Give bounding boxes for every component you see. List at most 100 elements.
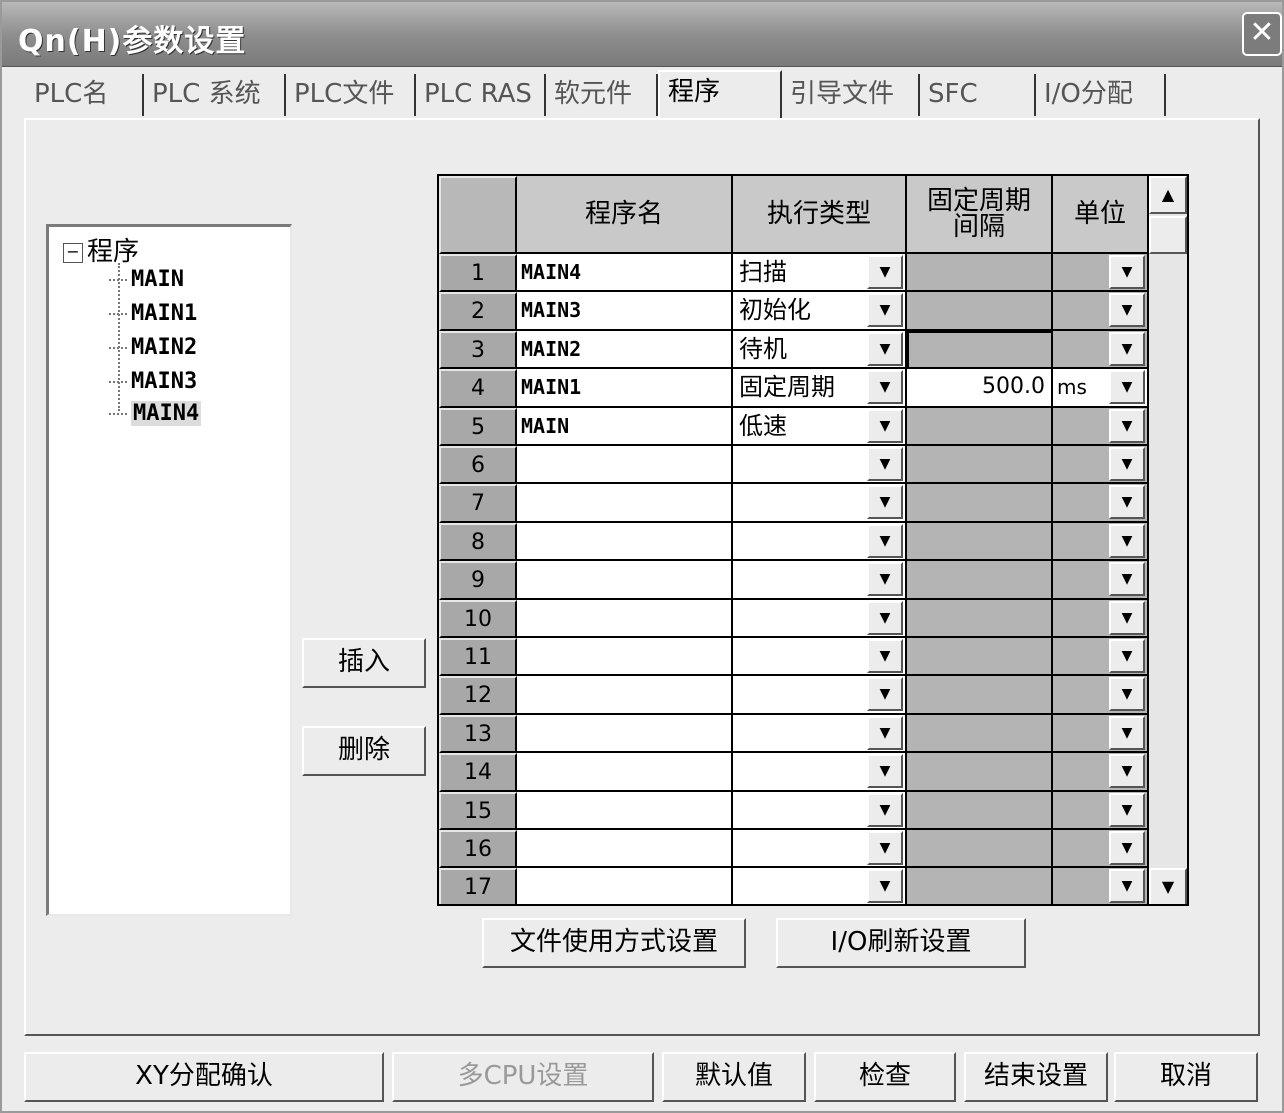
chevron-down-icon[interactable]: ▼ (1109, 293, 1145, 327)
interval-cell[interactable] (907, 331, 1053, 369)
chevron-down-icon[interactable]: ▼ (867, 716, 903, 750)
program-tree[interactable]: − 程序 MAIN MAIN1 MAIN2 MAIN3 MAIN4 (46, 224, 292, 916)
tree-root[interactable]: − 程序 (63, 231, 139, 268)
chevron-down-icon[interactable]: ▼ (867, 831, 903, 865)
program-name-cell[interactable] (517, 638, 733, 676)
close-icon[interactable]: ✕ (1242, 12, 1282, 56)
title-bar[interactable]: Qn(H)参数设置 ✕ (2, 2, 1282, 67)
row-number[interactable]: 12 (439, 676, 517, 715)
vertical-scrollbar[interactable]: ▲ ▼ (1149, 176, 1187, 904)
chevron-down-icon[interactable]: ▼ (1109, 754, 1145, 788)
interval-cell[interactable] (907, 254, 1053, 292)
chevron-down-icon[interactable]: ▼ (1109, 716, 1145, 750)
exec-type-cell[interactable]: ▼ (733, 446, 907, 484)
chevron-down-icon[interactable]: ▼ (1109, 639, 1145, 673)
program-name-cell[interactable] (517, 561, 733, 600)
exec-type-cell[interactable]: ▼ (733, 715, 907, 753)
default-button[interactable]: 默认值 (662, 1052, 806, 1102)
tree-item-selected[interactable]: MAIN4 (109, 401, 202, 426)
chevron-down-icon[interactable]: ▼ (867, 793, 903, 827)
chevron-down-icon[interactable]: ▼ (867, 447, 903, 481)
program-name-cell[interactable]: MAIN1 (517, 369, 733, 408)
interval-cell[interactable] (907, 446, 1053, 484)
unit-cell[interactable]: ▼ (1053, 830, 1149, 868)
unit-cell[interactable]: ▼ (1053, 254, 1149, 292)
interval-cell[interactable] (907, 408, 1053, 446)
chevron-down-icon[interactable]: ▼ (1109, 793, 1145, 827)
tab-sfc[interactable]: SFC (920, 74, 1036, 116)
exec-type-cell[interactable]: ▼ (733, 484, 907, 523)
row-number[interactable]: 15 (439, 792, 517, 830)
chevron-down-icon[interactable]: ▼ (867, 869, 903, 903)
unit-cell[interactable]: ▼ (1053, 753, 1149, 792)
chevron-down-icon[interactable]: ▼ (867, 332, 903, 366)
chevron-down-icon[interactable]: ▼ (867, 562, 903, 596)
interval-cell[interactable] (907, 561, 1053, 600)
chevron-down-icon[interactable]: ▼ (867, 601, 903, 635)
unit-cell[interactable]: ▼ (1053, 331, 1149, 369)
interval-cell[interactable] (907, 792, 1053, 830)
chevron-down-icon[interactable]: ▼ (867, 524, 903, 558)
program-name-cell[interactable] (517, 676, 733, 715)
program-name-cell[interactable] (517, 753, 733, 792)
chevron-down-icon[interactable]: ▼ (867, 293, 903, 327)
unit-cell[interactable]: ▼ (1053, 408, 1149, 446)
program-name-cell[interactable]: MAIN3 (517, 292, 733, 331)
program-name-cell[interactable] (517, 446, 733, 484)
tab-plc-file[interactable]: PLC文件 (286, 74, 416, 116)
tab-device[interactable]: 软元件 (546, 74, 658, 116)
chevron-down-icon[interactable]: ▼ (1109, 409, 1145, 443)
exec-type-cell[interactable]: ▼ (733, 523, 907, 561)
interval-cell[interactable] (907, 868, 1053, 904)
tab-program[interactable]: 程序 (658, 70, 782, 118)
chevron-down-icon[interactable]: ▼ (867, 677, 903, 711)
scroll-thumb[interactable] (1149, 216, 1187, 254)
exec-type-cell[interactable]: ▼ (733, 830, 907, 868)
unit-cell[interactable]: ▼ (1053, 484, 1149, 523)
program-name-cell[interactable] (517, 830, 733, 868)
row-number[interactable]: 11 (439, 638, 517, 676)
chevron-down-icon[interactable]: ▼ (867, 370, 903, 404)
chevron-down-icon[interactable]: ▼ (1109, 601, 1145, 635)
exec-type-cell[interactable]: ▼ (733, 753, 907, 792)
exec-type-cell[interactable]: ▼ (733, 638, 907, 676)
interval-cell[interactable] (907, 830, 1053, 868)
program-name-cell[interactable] (517, 792, 733, 830)
exec-type-cell[interactable]: ▼ (733, 792, 907, 830)
interval-cell[interactable] (907, 600, 1053, 638)
program-name-cell[interactable] (517, 868, 733, 904)
file-usage-settings-button[interactable]: 文件使用方式设置 (482, 918, 746, 968)
exec-type-cell[interactable]: 固定周期 ▼ (733, 369, 907, 408)
interval-cell[interactable] (907, 676, 1053, 715)
tab-io-assignment[interactable]: I/O分配 (1036, 74, 1166, 116)
scroll-up-icon[interactable]: ▲ (1149, 176, 1187, 214)
row-number[interactable]: 1 (439, 254, 517, 292)
interval-cell[interactable] (907, 292, 1053, 331)
row-number[interactable]: 16 (439, 830, 517, 868)
scroll-down-icon[interactable]: ▼ (1149, 868, 1187, 904)
exec-type-cell[interactable]: 扫描 ▼ (733, 254, 907, 292)
exec-type-cell[interactable]: ▼ (733, 676, 907, 715)
unit-cell[interactable]: ▼ (1053, 868, 1149, 904)
exec-type-cell[interactable]: 低速 ▼ (733, 408, 907, 446)
row-number[interactable]: 5 (439, 408, 517, 446)
unit-cell[interactable]: ▼ (1053, 792, 1149, 830)
chevron-down-icon[interactable]: ▼ (1109, 562, 1145, 596)
program-name-cell[interactable]: MAIN2 (517, 331, 733, 369)
chevron-down-icon[interactable]: ▼ (1109, 255, 1145, 289)
exec-type-cell[interactable]: ▼ (733, 561, 907, 600)
tree-item[interactable]: MAIN1 (109, 301, 197, 326)
program-name-cell[interactable] (517, 484, 733, 523)
chevron-down-icon[interactable]: ▼ (1109, 831, 1145, 865)
xy-assignment-confirm-button[interactable]: XY分配确认 (24, 1052, 384, 1102)
unit-cell[interactable]: ▼ (1053, 600, 1149, 638)
collapse-icon[interactable]: − (63, 242, 83, 263)
chevron-down-icon[interactable]: ▼ (867, 639, 903, 673)
chevron-down-icon[interactable]: ▼ (1109, 332, 1145, 366)
row-number[interactable]: 13 (439, 715, 517, 753)
unit-cell[interactable]: ▼ (1053, 715, 1149, 753)
unit-cell[interactable]: ▼ (1053, 446, 1149, 484)
io-refresh-settings-button[interactable]: I/O刷新设置 (776, 918, 1026, 968)
tab-plc-name[interactable]: PLC名 (26, 74, 144, 116)
row-number[interactable]: 7 (439, 484, 517, 523)
